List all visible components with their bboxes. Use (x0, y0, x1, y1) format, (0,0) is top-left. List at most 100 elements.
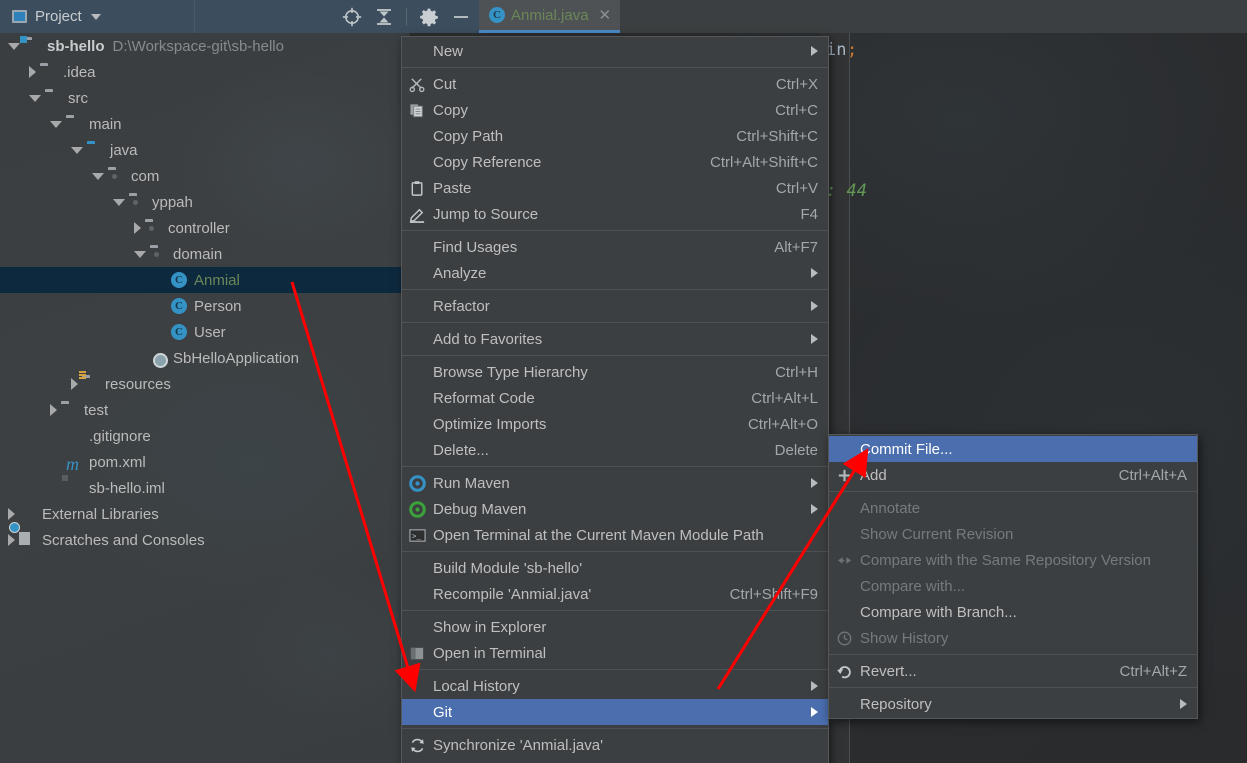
chevron-down-icon[interactable] (8, 43, 20, 50)
tree-item-com[interactable]: com (0, 163, 410, 189)
chevron-right-icon[interactable] (29, 66, 36, 78)
menu-item-synchronize-anmial-java[interactable]: Synchronize 'Anmial.java' (402, 732, 828, 758)
git-submenu[interactable]: Commit File...AddCtrl+Alt+AAnnotateShow … (828, 434, 1198, 719)
chevron-down-icon[interactable] (113, 199, 125, 206)
scratches-icon (19, 532, 37, 548)
menu-item-add-to-favorites[interactable]: Add to Favorites (402, 326, 828, 352)
chevron-right-icon[interactable] (71, 378, 78, 390)
menu-item-label: Compare with... (860, 578, 965, 595)
submenu-arrow-icon (811, 301, 818, 311)
chevron-right-icon[interactable] (8, 534, 15, 546)
menu-item-debug-maven[interactable]: Debug Maven (402, 496, 828, 522)
menu-item-local-history[interactable]: Local History (402, 673, 828, 699)
tree-item-gitignore[interactable]: .gitignore (0, 423, 410, 449)
menu-item-git[interactable]: Git (402, 699, 828, 725)
chevron-down-icon[interactable] (134, 251, 146, 258)
tree-item-user[interactable]: CUser (0, 319, 410, 345)
project-panel-header[interactable]: Project (0, 0, 195, 33)
top-toolbar: Project (0, 0, 1247, 33)
menu-item-recompile-anmial-java[interactable]: Recompile 'Anmial.java'Ctrl+Shift+F9 (402, 581, 828, 607)
chevron-down-icon[interactable] (29, 95, 41, 102)
tree-item-domain[interactable]: domain (0, 241, 410, 267)
code-fragment-doc: : 44 (826, 181, 867, 201)
menu-item-analyze[interactable]: Analyze (402, 260, 828, 286)
chevron-right-icon[interactable] (134, 222, 141, 234)
collapse-all-icon[interactable] (374, 7, 394, 27)
tree-item-external-libraries[interactable]: External Libraries (0, 501, 410, 527)
menu-item-label: Paste (433, 180, 471, 197)
menu-item-compare-with-branch[interactable]: Compare with Branch... (829, 599, 1197, 625)
menu-item-run-maven[interactable]: Run Maven (402, 470, 828, 496)
menu-item-add[interactable]: AddCtrl+Alt+A (829, 462, 1197, 488)
menu-item-shortcut: Ctrl+Alt+L (751, 390, 818, 407)
menu-item-label: Git (433, 704, 452, 721)
chevron-right-icon[interactable] (50, 404, 57, 416)
gear-icon[interactable] (419, 7, 439, 27)
menu-item-delete[interactable]: Delete...Delete (402, 437, 828, 463)
editor-tab-anmial-java[interactable]: C Anmial.java ✕ (479, 0, 620, 33)
tree-item-sbhelloapplication[interactable]: SbHelloApplication (0, 345, 410, 371)
menu-item-show-in-explorer[interactable]: Show in Explorer (402, 614, 828, 640)
menu-item-browse-type-hierarchy[interactable]: Browse Type HierarchyCtrl+H (402, 359, 828, 385)
menu-item-find-usages[interactable]: Find UsagesAlt+F7 (402, 234, 828, 260)
locate-target-icon[interactable] (342, 7, 362, 27)
menu-item-optimize-imports[interactable]: Optimize ImportsCtrl+Alt+O (402, 411, 828, 437)
menu-item-shortcut: Ctrl+Shift+C (736, 128, 818, 145)
menu-item-refactor[interactable]: Refactor (402, 293, 828, 319)
menu-item-cut[interactable]: CutCtrl+X (402, 71, 828, 97)
tree-item-person[interactable]: CPerson (0, 293, 410, 319)
tree-spacer (155, 300, 167, 312)
java-class-icon: C (489, 7, 505, 23)
tree-item-sb-hello-iml[interactable]: sb-hello.iml (0, 475, 410, 501)
tree-item-idea[interactable]: .idea (0, 59, 410, 85)
tree-item-anmial[interactable]: CAnmial (0, 267, 410, 293)
code-fragment-semicolon: ; (847, 40, 857, 60)
menu-item-new[interactable]: New (402, 38, 828, 64)
folder-icon (45, 90, 63, 106)
chevron-down-icon[interactable] (71, 147, 83, 154)
menu-item-reformat-code[interactable]: Reformat Code Ctrl+Alt+L (402, 385, 828, 411)
menu-item-paste[interactable]: PasteCtrl+V (402, 175, 828, 201)
tree-item-pom-xml[interactable]: mpom.xml (0, 449, 410, 475)
submenu-arrow-icon (1180, 699, 1187, 709)
tree-item-controller[interactable]: controller (0, 215, 410, 241)
menu-item-open-in-terminal[interactable]: Open in Terminal (402, 640, 828, 666)
tree-item-sb-hello[interactable]: sb-helloD:\Workspace-git\sb-hello (0, 33, 410, 59)
menu-item-copy[interactable]: CopyCtrl+C (402, 97, 828, 123)
menu-item-repository[interactable]: Repository (829, 691, 1197, 717)
tree-item-yppah[interactable]: yppah (0, 189, 410, 215)
java-class-icon: C (171, 298, 189, 314)
menu-item-label: Jump to Source (433, 206, 538, 223)
minimize-icon[interactable] (451, 7, 471, 27)
tree-item-scratches-and-consoles[interactable]: Scratches and Consoles (0, 527, 410, 553)
menu-item-label: Refactor (433, 298, 490, 315)
menu-item-build-module-sb-hello[interactable]: Build Module 'sb-hello' (402, 555, 828, 581)
chevron-down-icon[interactable] (92, 173, 104, 180)
revert-icon (835, 662, 853, 680)
project-tree-panel[interactable]: sb-helloD:\Workspace-git\sb-hello.ideasr… (0, 33, 412, 763)
menu-item-label: Reformat Code (433, 390, 535, 407)
chevron-down-icon[interactable] (50, 121, 62, 128)
menu-item-label: Copy Path (433, 128, 503, 145)
close-icon[interactable]: ✕ (595, 8, 612, 23)
menu-item-commit-file[interactable]: Commit File... (829, 436, 1197, 462)
menu-item-copy-path[interactable]: Copy Path Ctrl+Shift+C (402, 123, 828, 149)
tree-item-src[interactable]: src (0, 85, 410, 111)
chevron-right-icon[interactable] (8, 508, 15, 520)
menu-item-open-terminal-at-the-current-maven-module-path[interactable]: >_Open Terminal at the Current Maven Mod… (402, 522, 828, 548)
menu-item-jump-to-source[interactable]: Jump to SourceF4 (402, 201, 828, 227)
menu-item-label: Add (860, 467, 887, 484)
file-context-menu[interactable]: New CutCtrl+XCopyCtrl+C Copy Path Ctrl+Shif… (401, 36, 829, 763)
ide-window: in ; : 44 Project (0, 0, 1247, 763)
tree-item-test[interactable]: test (0, 397, 410, 423)
tree-item-resources[interactable]: resources (0, 371, 410, 397)
menu-item-label: Cut (433, 76, 456, 93)
chevron-down-icon[interactable] (91, 14, 101, 20)
tree-item-main[interactable]: main (0, 111, 410, 137)
menu-item-copy-reference[interactable]: Copy ReferenceCtrl+Alt+Shift+C (402, 149, 828, 175)
menu-item-edit-scopes[interactable]: Edit Scopes... (402, 758, 828, 763)
code-fragment-import: in (826, 40, 846, 60)
tree-item-java[interactable]: java (0, 137, 410, 163)
menu-item-shortcut: Ctrl+H (775, 364, 818, 381)
menu-item-revert[interactable]: Revert...Ctrl+Alt+Z (829, 658, 1197, 684)
